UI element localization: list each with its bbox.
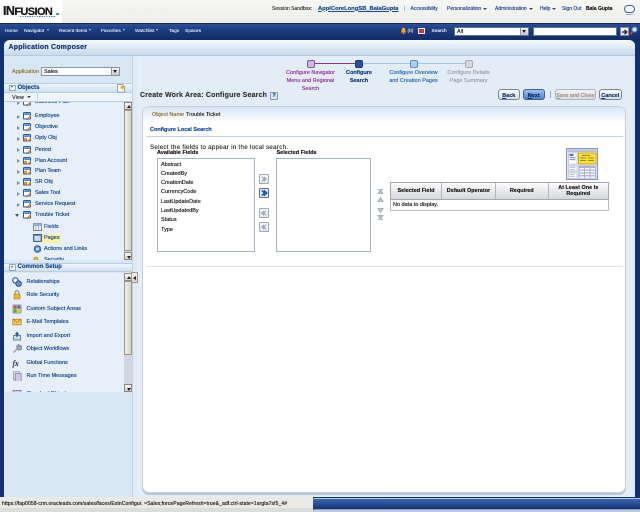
- svg-text:fx: fx: [13, 358, 19, 368]
